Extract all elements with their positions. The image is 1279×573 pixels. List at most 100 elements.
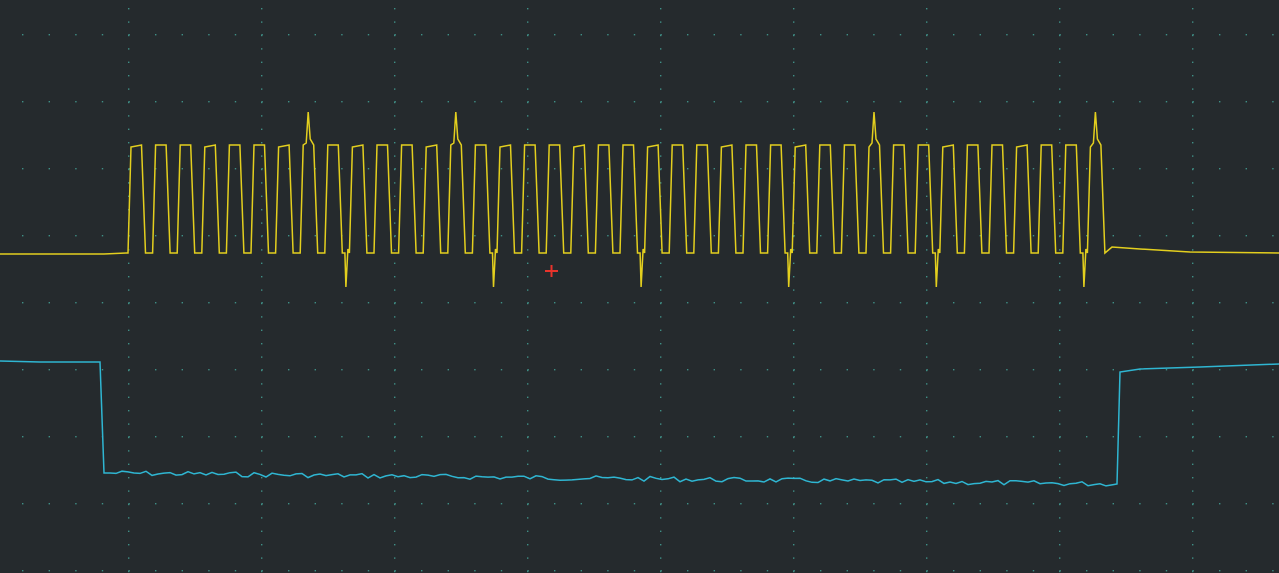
grid-dot bbox=[261, 195, 263, 197]
grid-dot bbox=[633, 302, 636, 304]
grid-dot bbox=[128, 168, 130, 170]
grid-dot bbox=[155, 570, 157, 572]
grid-dot bbox=[660, 436, 662, 438]
grid-dot bbox=[527, 530, 529, 532]
grid-dot bbox=[75, 369, 77, 371]
waveform-canvas[interactable] bbox=[0, 0, 1279, 573]
grid-dot bbox=[527, 101, 529, 103]
grid-dot bbox=[1032, 101, 1035, 103]
grid-dot bbox=[820, 235, 822, 237]
grid-dot bbox=[394, 356, 396, 358]
grid-dot bbox=[527, 503, 529, 505]
grid-dot bbox=[1139, 235, 1141, 237]
grid-dot bbox=[1192, 450, 1194, 452]
grid-dot bbox=[926, 396, 928, 398]
grid-dot bbox=[128, 463, 130, 465]
grid-dot bbox=[527, 490, 529, 492]
grid-dot bbox=[873, 302, 875, 304]
grid-dot bbox=[1192, 517, 1194, 519]
grid-dot bbox=[527, 61, 529, 63]
grid-dot bbox=[261, 517, 263, 519]
channel-2-trace[interactable] bbox=[0, 360, 1279, 487]
grid-dot bbox=[128, 396, 130, 398]
grid-dot bbox=[22, 101, 24, 103]
grid-dot bbox=[793, 34, 795, 36]
grid-dot bbox=[1032, 235, 1035, 237]
grid-dot bbox=[554, 436, 556, 438]
grid-dot bbox=[1006, 369, 1008, 371]
grid-dot bbox=[1192, 490, 1194, 492]
grid-dot bbox=[1059, 222, 1061, 224]
grid-dot bbox=[261, 369, 263, 371]
grid-dot bbox=[740, 302, 742, 304]
grid-dot bbox=[580, 369, 582, 371]
grid-dot bbox=[687, 34, 689, 36]
grid-dot bbox=[341, 302, 343, 304]
grid-dot bbox=[793, 423, 795, 425]
grid-dot bbox=[926, 570, 928, 572]
grid-dot bbox=[1165, 302, 1168, 304]
grid-dot bbox=[687, 235, 689, 237]
grid-dot bbox=[766, 168, 769, 170]
grid-dot bbox=[793, 343, 795, 345]
grid-dot bbox=[687, 369, 689, 371]
grid-dot bbox=[1059, 570, 1061, 572]
grid-dot bbox=[1059, 383, 1061, 385]
grid-dot bbox=[660, 168, 662, 170]
grid-dot bbox=[22, 235, 24, 237]
grid-dot bbox=[1219, 168, 1221, 170]
grid-dot bbox=[474, 302, 476, 304]
grid-dot bbox=[793, 410, 795, 412]
channel-1-trace[interactable] bbox=[0, 111, 1279, 288]
grid-dot bbox=[128, 477, 130, 479]
grid-dot bbox=[873, 436, 875, 438]
grid-dot bbox=[687, 101, 689, 103]
oscilloscope-display[interactable] bbox=[0, 0, 1279, 573]
grid-dot bbox=[740, 101, 742, 103]
grid-dot bbox=[660, 34, 662, 36]
grid-dot bbox=[926, 48, 928, 50]
grid-dot bbox=[580, 570, 582, 572]
grid-dot bbox=[128, 503, 130, 505]
grid-dot bbox=[474, 101, 476, 103]
grid-dot bbox=[394, 182, 396, 184]
grid-dot bbox=[1192, 61, 1194, 63]
grid-dot bbox=[1032, 436, 1035, 438]
grid-dot bbox=[1245, 302, 1247, 304]
grid-dot bbox=[1059, 490, 1061, 492]
grid-dot bbox=[394, 209, 396, 211]
grid-dot bbox=[48, 570, 50, 572]
grid-dot bbox=[261, 249, 263, 251]
grid-dot bbox=[261, 356, 263, 358]
grid-dot bbox=[660, 517, 662, 519]
grid-dot bbox=[527, 557, 529, 559]
grid-dot bbox=[527, 570, 529, 572]
grid-dot bbox=[1059, 249, 1061, 251]
trigger-crosshair-icon[interactable] bbox=[545, 265, 558, 277]
grid-dot bbox=[1165, 503, 1168, 505]
grid-dot bbox=[713, 101, 715, 103]
grid-dot bbox=[820, 369, 822, 371]
grid-dot bbox=[793, 517, 795, 519]
grid-dot bbox=[208, 235, 210, 237]
grid-dot bbox=[793, 436, 795, 438]
grid-dot bbox=[500, 235, 503, 237]
grid-dot bbox=[394, 503, 396, 505]
grid-dot bbox=[1059, 8, 1061, 10]
grid-dot bbox=[1245, 436, 1247, 438]
grid-dot bbox=[793, 289, 795, 291]
grid-dot bbox=[288, 34, 290, 36]
grid-dot bbox=[22, 168, 24, 170]
grid-dot bbox=[740, 235, 742, 237]
grid-dot bbox=[261, 450, 263, 452]
grid-dot bbox=[527, 222, 529, 224]
grid-dot bbox=[660, 262, 662, 264]
grid-dot bbox=[793, 21, 795, 23]
grid-dot bbox=[527, 209, 529, 211]
grid-dot bbox=[394, 115, 396, 117]
grid-dot bbox=[1059, 115, 1061, 117]
grid-dot bbox=[181, 570, 183, 572]
grid-dot bbox=[873, 369, 875, 371]
grid-dot bbox=[527, 343, 529, 345]
grid-dot bbox=[820, 168, 822, 170]
